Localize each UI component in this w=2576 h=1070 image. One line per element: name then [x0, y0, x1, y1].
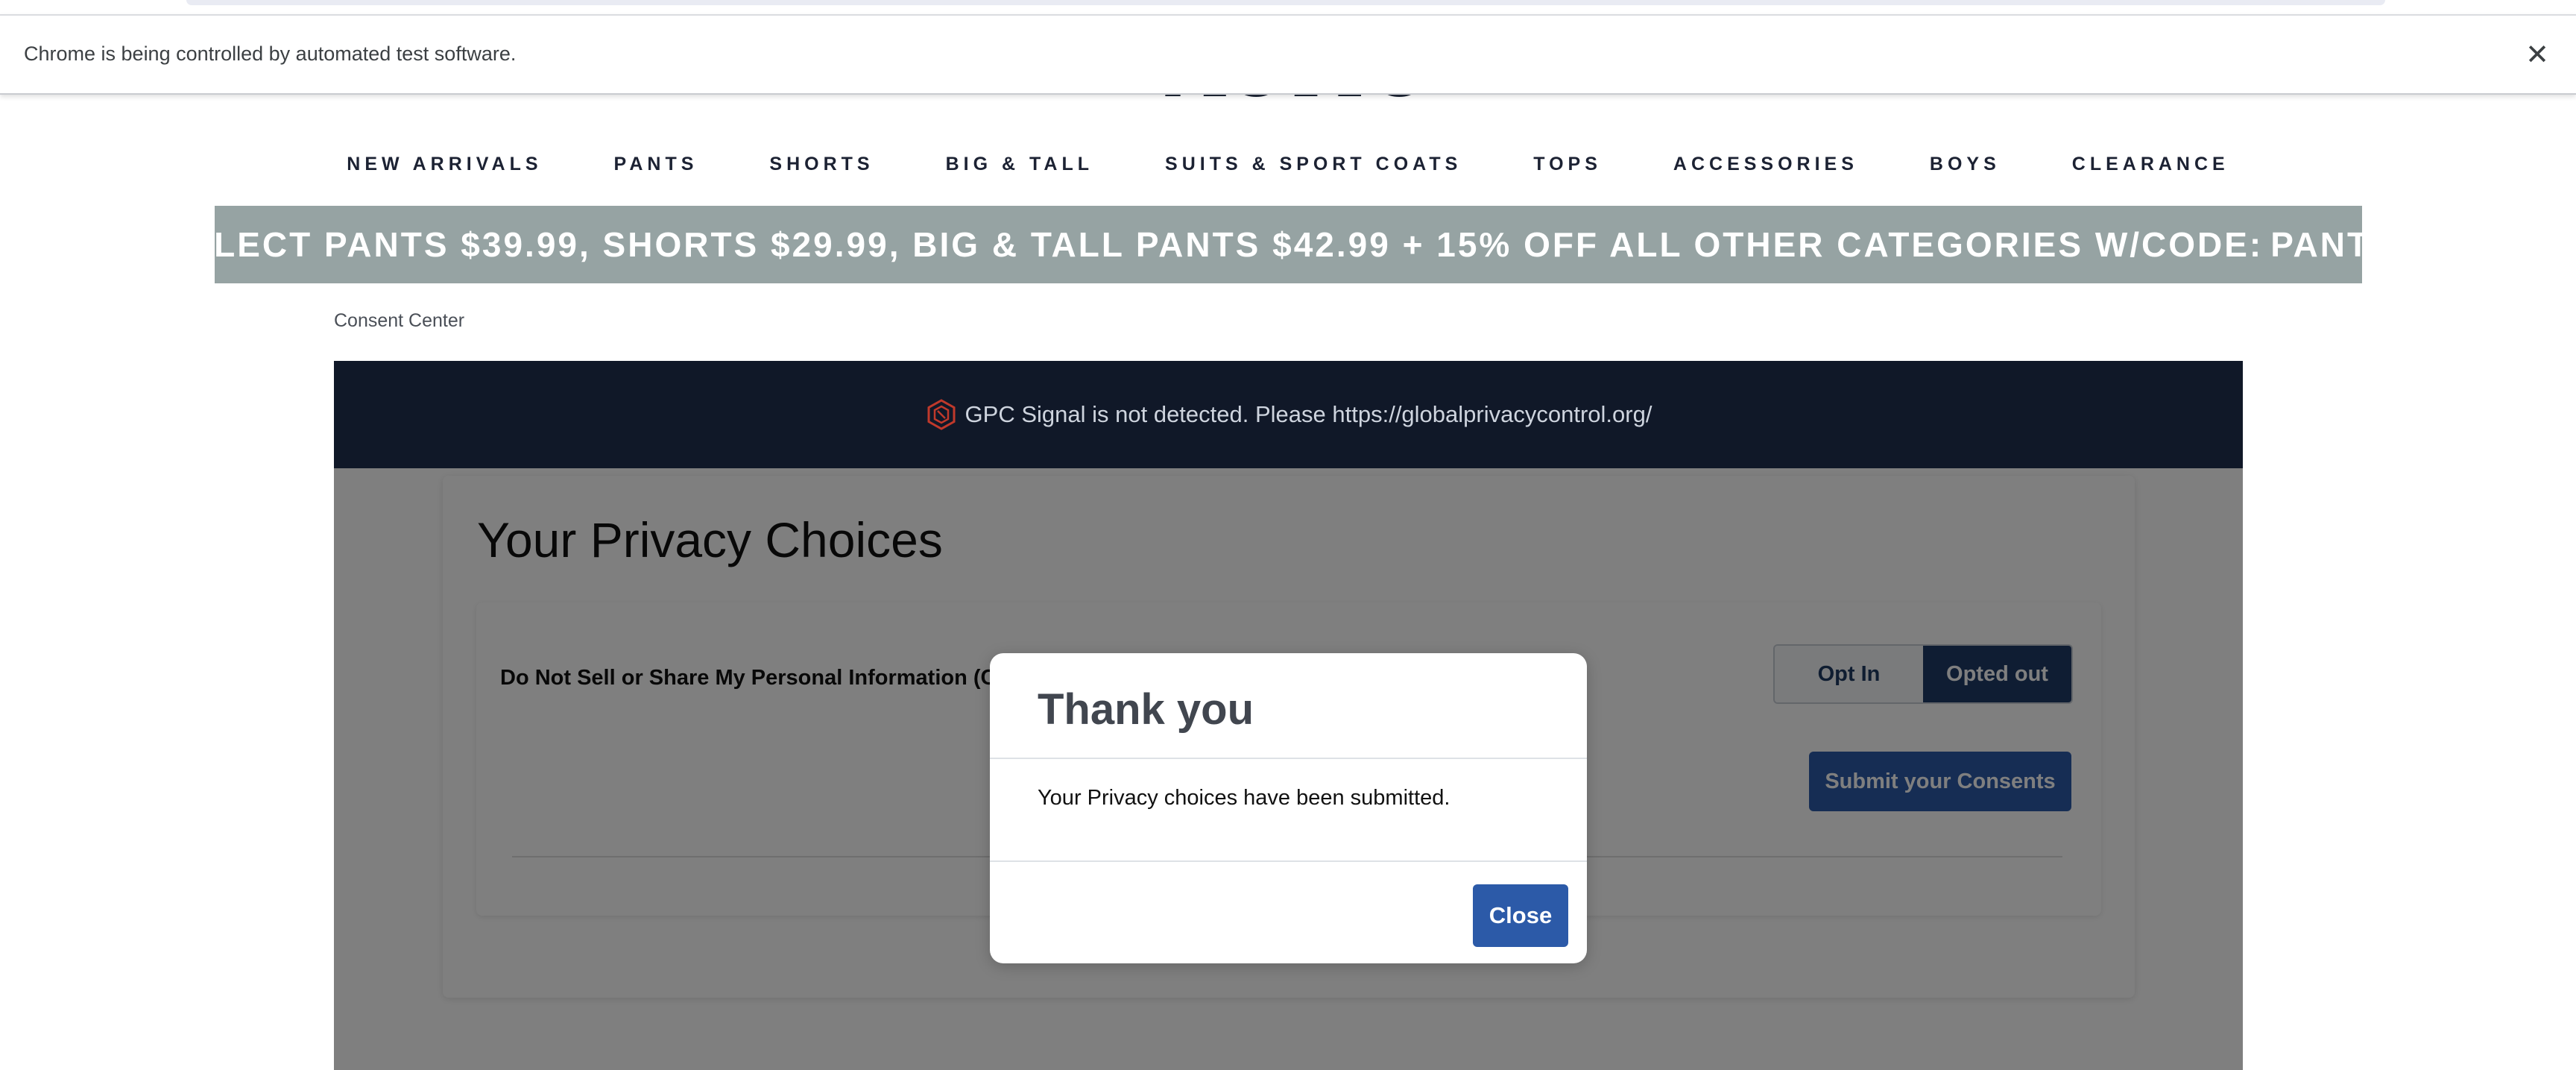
close-button[interactable]: Close: [1473, 884, 1568, 947]
nav-item-shorts[interactable]: SHORTS: [769, 154, 874, 191]
main-nav: NEW ARRIVALS PANTS SHORTS BIG & TALL SUI…: [0, 154, 2576, 191]
promo-code: PANT39: [2270, 225, 2414, 264]
nav-item-clearance[interactable]: CLEARANCE: [2072, 154, 2229, 191]
automation-infobar: Chrome is being controlled by automated …: [0, 14, 2576, 95]
divider: [990, 758, 1587, 759]
nav-item-boys[interactable]: BOYS: [1930, 154, 2001, 191]
modal-title: Thank you: [1038, 685, 1254, 734]
gpc-message: GPC Signal is not detected. Please https…: [965, 401, 1652, 427]
browser-top-strip: [0, 0, 2576, 15]
modal-body: Your Privacy choices have been submitted…: [1038, 786, 1450, 810]
infobar-text: Chrome is being controlled by automated …: [24, 43, 517, 65]
nav-item-big-and-tall[interactable]: BIG & TALL: [946, 154, 1093, 191]
promo-banner[interactable]: SELECT PANTS $39.99, SHORTS $29.99, BIG …: [164, 206, 2411, 283]
gpc-status-bar: GPC Signal is not detected. Please https…: [334, 361, 2243, 468]
nav-item-pants[interactable]: PANTS: [614, 154, 698, 191]
divider: [990, 860, 1587, 862]
nav-item-new-arrivals[interactable]: NEW ARRIVALS: [347, 154, 542, 191]
nav-item-suits-sport-coats[interactable]: SUITS & SPORT COATS: [1165, 154, 1462, 191]
nav-item-tops[interactable]: TOPS: [1533, 154, 1602, 191]
close-icon[interactable]: ✕: [2521, 38, 2554, 71]
nav-item-accessories[interactable]: ACCESSORIES: [1673, 154, 1858, 191]
thank-you-modal: Thank you Your Privacy choices have been…: [990, 653, 1587, 963]
breadcrumb: Consent Center: [334, 310, 465, 331]
shield-hexagon-icon: [927, 399, 956, 430]
browser-tab-remnant: [186, 0, 2385, 5]
promo-text: SELECT PANTS $39.99, SHORTS $29.99, BIG …: [163, 225, 2264, 264]
